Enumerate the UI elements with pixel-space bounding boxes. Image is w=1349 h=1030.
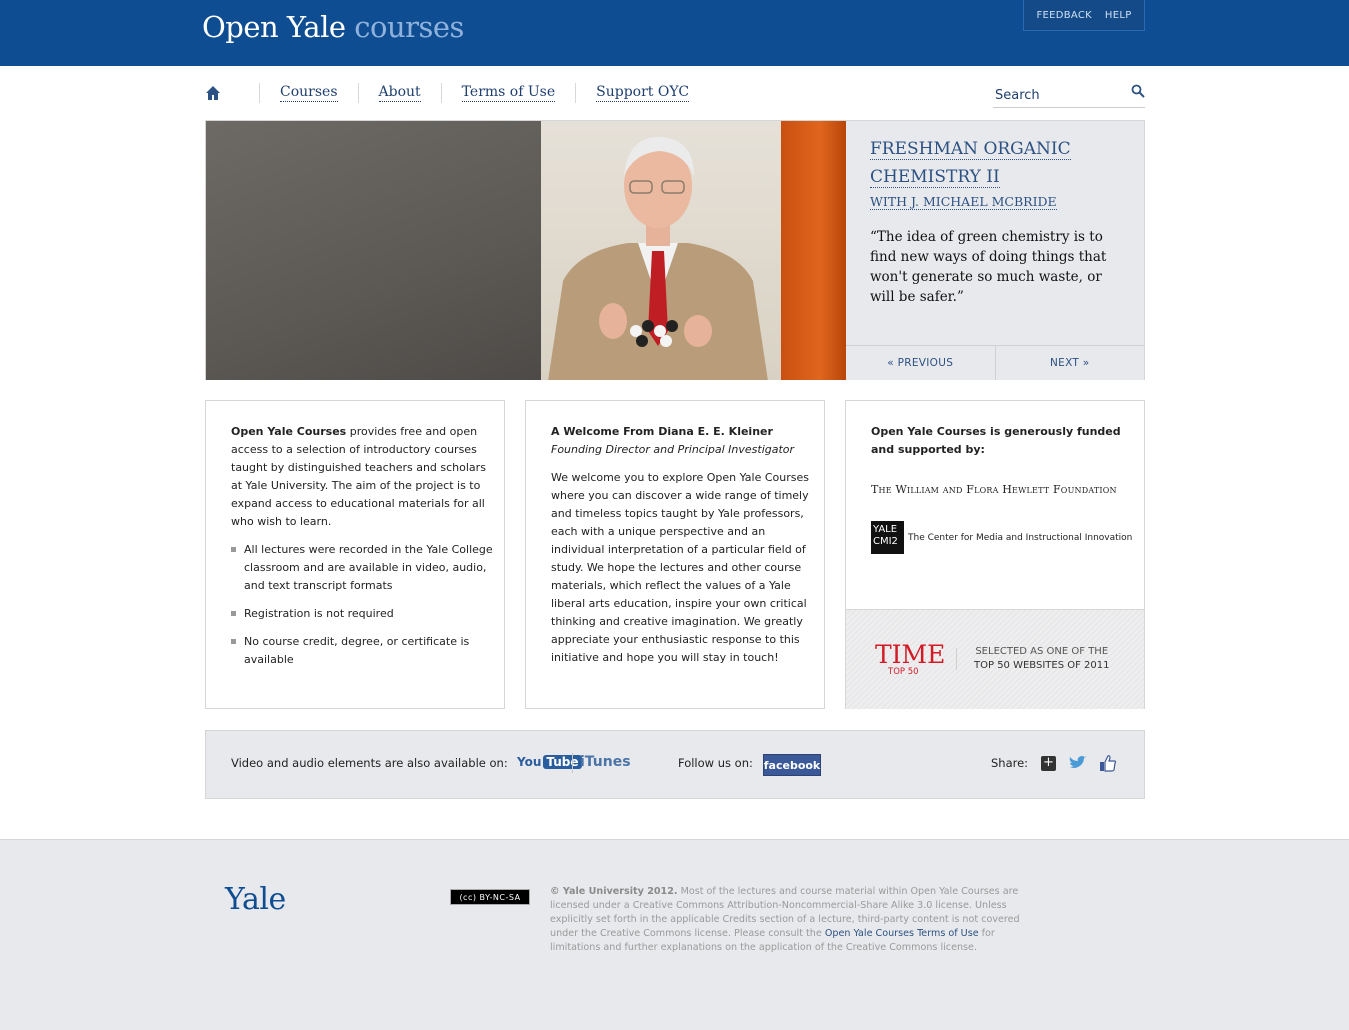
youtube-you: You bbox=[517, 755, 542, 769]
welcome-box: A Welcome From Diana E. E. Kleiner Found… bbox=[525, 400, 825, 709]
nav-support-oyc[interactable]: Support OYC bbox=[596, 84, 690, 102]
list-item: All lectures were recorded in the Yale C… bbox=[231, 541, 493, 595]
welcome-role: Founding Director and Principal Investig… bbox=[551, 443, 795, 456]
twitter-bird-icon[interactable] bbox=[1068, 755, 1088, 771]
top-header: Open Yale courses FEEDBACK HELP bbox=[0, 0, 1349, 66]
itunes-link[interactable]: iTunes bbox=[580, 754, 631, 770]
hero-info-panel: FRESHMAN ORGANIC CHEMISTRY II WITH J. MI… bbox=[846, 121, 1144, 380]
intro-lead-bold: Open Yale Courses bbox=[231, 425, 347, 438]
nav-divider bbox=[575, 83, 577, 103]
welcome-body: We welcome you to explore Open Yale Cour… bbox=[551, 471, 809, 664]
cmi2-logo-bottom: CMI2 bbox=[873, 536, 898, 547]
list-item: Registration is not required bbox=[231, 605, 493, 623]
terms-of-use-link[interactable]: Open Yale Courses Terms of Use bbox=[825, 928, 979, 939]
utility-links: FEEDBACK HELP bbox=[1023, 0, 1145, 31]
nav-terms-of-use[interactable]: Terms of Use bbox=[461, 84, 556, 102]
hero-course-title[interactable]: FRESHMAN ORGANIC CHEMISTRY II bbox=[870, 135, 1130, 191]
help-link[interactable]: HELP bbox=[1105, 10, 1132, 21]
search-input[interactable] bbox=[993, 84, 1113, 107]
intro-lead-text: provides free and open access to a selec… bbox=[231, 425, 486, 528]
cmi2-text: The Center for Media and Instructional I… bbox=[908, 532, 1133, 543]
yale-logo[interactable]: Yale bbox=[225, 882, 286, 917]
hero-pager: « PREVIOUS NEXT » bbox=[846, 345, 1144, 380]
hewlett-foundation-logo[interactable]: The William and Flora Hewlett Foundation bbox=[871, 483, 1117, 496]
sponsors-heading: Open Yale Courses is generously funded a… bbox=[871, 425, 1121, 456]
copyright: © Yale University 2012. bbox=[550, 886, 678, 897]
footer: Yale (cc) BY-NC-SA © Yale University 201… bbox=[0, 839, 1349, 1030]
sponsors-box: Open Yale Courses is generously funded a… bbox=[845, 400, 1145, 709]
logo-main: Open Yale bbox=[202, 10, 346, 44]
time-text-line1: SELECTED AS ONE OF THE bbox=[975, 646, 1109, 657]
intro-bullet-list: All lectures were recorded in the Yale C… bbox=[231, 541, 493, 669]
hero-title-line1: FRESHMAN ORGANIC bbox=[870, 139, 1071, 160]
feedback-link[interactable]: FEEDBACK bbox=[1036, 10, 1092, 21]
list-item: No course credit, degree, or certificate… bbox=[231, 633, 493, 669]
follow-us-label: Follow us on: bbox=[678, 756, 753, 770]
main-nav: Courses About Terms of Use Support OYC bbox=[205, 80, 690, 106]
hero-title-line2: CHEMISTRY II bbox=[870, 167, 1000, 188]
cmi2-logo-top: YALE bbox=[873, 524, 898, 535]
hero-instructor[interactable]: WITH J. MICHAEL MCBRIDE bbox=[870, 194, 1057, 210]
nav-about[interactable]: About bbox=[378, 84, 421, 102]
hero-quote: “The idea of green chemistry is to find … bbox=[870, 229, 1107, 305]
time-text-line2: TOP 50 WEBSITES OF 2011 bbox=[974, 660, 1110, 671]
welcome-heading: A Welcome From Diana E. E. Kleiner bbox=[551, 425, 773, 438]
logo-accent: courses bbox=[354, 10, 464, 44]
time-award-text: SELECTED AS ONE OF THE TOP 50 WEBSITES O… bbox=[974, 645, 1109, 673]
search-box bbox=[993, 84, 1145, 108]
intro-box: Open Yale Courses provides free and open… bbox=[205, 400, 505, 709]
nav-divider bbox=[357, 83, 359, 103]
cmi2-sponsor[interactable]: YALE CMI2 The Center for Media and Instr… bbox=[871, 521, 1132, 554]
lecture-photo[interactable] bbox=[206, 121, 846, 380]
media-divider bbox=[572, 753, 573, 773]
cmi2-logo: YALE CMI2 bbox=[871, 521, 904, 554]
home-icon[interactable] bbox=[205, 85, 221, 101]
site-logo[interactable]: Open Yale courses bbox=[202, 10, 464, 44]
media-bar: Video and audio elements are also availa… bbox=[205, 730, 1145, 799]
creative-commons-badge[interactable]: (cc) BY-NC-SA bbox=[450, 889, 530, 905]
next-button[interactable]: NEXT » bbox=[994, 346, 1145, 380]
time-award: TIME TOP 50 SELECTED AS ONE OF THE TOP 5… bbox=[846, 609, 1144, 709]
share-plus-icon[interactable]: + bbox=[1041, 756, 1056, 771]
time-top50-label: TOP 50 bbox=[888, 667, 919, 677]
time-divider bbox=[956, 648, 957, 670]
thumbs-up-icon[interactable] bbox=[1099, 754, 1117, 772]
previous-button[interactable]: « PREVIOUS bbox=[846, 346, 995, 380]
professor-figure bbox=[548, 136, 768, 380]
chalkboard bbox=[206, 121, 541, 380]
featured-course-carousel: FRESHMAN ORGANIC CHEMISTRY II WITH J. MI… bbox=[205, 120, 1145, 380]
intro-paragraph: Open Yale Courses provides free and open… bbox=[231, 423, 493, 531]
youtube-tube: Tube bbox=[543, 755, 582, 769]
search-icon[interactable] bbox=[1131, 84, 1145, 98]
nav-courses[interactable]: Courses bbox=[280, 84, 338, 102]
media-available-text: Video and audio elements are also availa… bbox=[231, 756, 508, 770]
share-label: Share: bbox=[991, 756, 1029, 770]
nav-divider bbox=[259, 83, 260, 103]
nav-divider bbox=[440, 83, 442, 103]
facebook-button[interactable]: facebook bbox=[763, 754, 821, 776]
time-logo[interactable]: TIME bbox=[875, 640, 945, 669]
legal-text: © Yale University 2012. Most of the lect… bbox=[550, 885, 1045, 955]
